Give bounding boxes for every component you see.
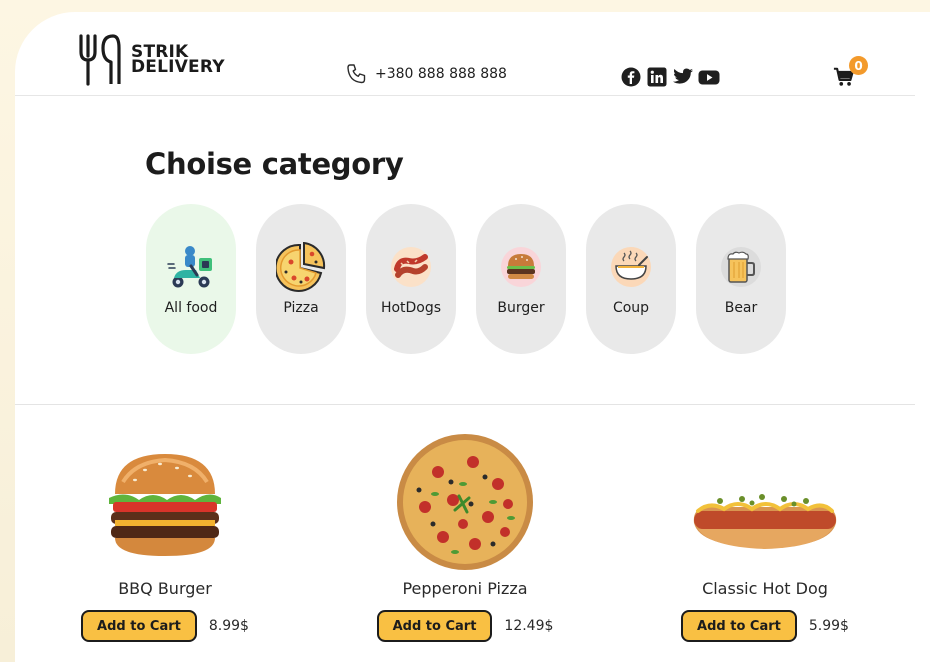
phone-contact[interactable]: +380 888 888 888	[345, 62, 507, 86]
category-coup[interactable]: Coup	[586, 204, 676, 354]
linkedin-icon[interactable]	[646, 66, 668, 88]
product-price: 5.99$	[808, 618, 849, 634]
product-price: 8.99$	[208, 618, 249, 634]
category-label: Pizza	[283, 300, 319, 316]
product-name: Classic Hot Dog	[702, 579, 828, 598]
product-card-classic-hot-dog: Classic Hot Dog Add to Cart 5.99$	[645, 427, 885, 662]
add-to-cart-button[interactable]: Add to Cart	[81, 610, 197, 642]
cart-count-badge: 0	[849, 56, 868, 75]
section-divider	[15, 404, 915, 405]
cart-button[interactable]: 0	[833, 56, 868, 92]
product-name: Pepperoni Pizza	[402, 579, 528, 598]
category-list: All food Pizza HotDogs Burger Coup Bear	[146, 204, 786, 354]
social-links	[620, 66, 720, 88]
product-actions: Add to Cart 5.99$	[645, 610, 885, 642]
youtube-icon[interactable]	[698, 66, 720, 88]
twitter-icon[interactable]	[672, 66, 694, 88]
category-hotdogs[interactable]: HotDogs	[366, 204, 456, 354]
phone-icon	[347, 64, 366, 84]
add-to-cart-button[interactable]: Add to Cart	[376, 610, 493, 642]
product-image-hotdog	[645, 427, 885, 577]
category-bear[interactable]: Bear	[696, 204, 786, 354]
product-card-pepperoni-pizza: Pepperoni Pizza Add to Cart 12.49$	[345, 427, 585, 662]
category-label: Bear	[724, 300, 758, 316]
burger-icon	[496, 242, 546, 292]
facebook-icon[interactable]	[620, 66, 642, 88]
product-actions: Add to Cart 8.99$	[45, 610, 285, 642]
category-label: HotDogs	[380, 300, 442, 316]
category-all-food[interactable]: All food	[146, 204, 236, 354]
category-pizza[interactable]: Pizza	[256, 204, 346, 354]
category-label: Burger	[497, 300, 545, 316]
category-burger[interactable]: Burger	[476, 204, 566, 354]
product-actions: Add to Cart 12.49$	[345, 610, 585, 642]
category-label: All food	[164, 300, 218, 316]
category-title: Choise category	[145, 147, 404, 181]
product-image-pizza	[345, 427, 585, 577]
brand-logo[interactable]: STRIK DELIVERY	[75, 34, 225, 86]
phone-number: +380 888 888 888	[375, 66, 507, 82]
product-name: BBQ Burger	[118, 579, 212, 598]
sausage-icon	[386, 242, 436, 292]
soup-icon	[606, 242, 656, 292]
product-image-burger	[45, 427, 285, 577]
add-to-cart-button[interactable]: Add to Cart	[681, 610, 797, 642]
page-card: STRIK DELIVERY +380 888 888 888 0 Choise…	[15, 12, 930, 662]
beer-mug-icon	[716, 242, 766, 292]
brand-name: STRIK DELIVERY	[131, 44, 225, 77]
pizza-icon	[276, 242, 326, 292]
delivery-scooter-icon	[166, 242, 216, 292]
brand-line-2: DELIVERY	[131, 57, 225, 77]
category-label: Coup	[612, 300, 650, 316]
fork-knife-logo-icon	[79, 34, 121, 86]
header: STRIK DELIVERY +380 888 888 888 0	[15, 12, 915, 96]
product-price: 12.49$	[504, 618, 554, 634]
product-card-bbq-burger: BBQ Burger Add to Cart 8.99$	[45, 427, 285, 662]
